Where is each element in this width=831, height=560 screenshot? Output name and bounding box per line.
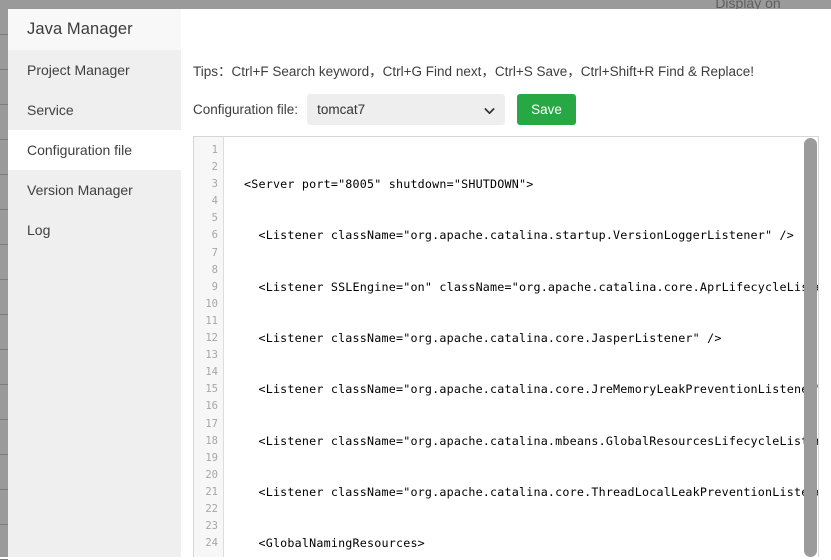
line-number: 22 bbox=[194, 501, 218, 518]
line-number: 15 bbox=[194, 381, 218, 398]
configuration-toolbar: Configuration file: tomcat7 Save bbox=[193, 94, 819, 125]
line-number: 3 bbox=[194, 176, 218, 193]
background-table-row bbox=[0, 140, 8, 175]
line-number: 23 bbox=[194, 518, 218, 535]
background-table-row bbox=[0, 245, 8, 280]
line-number: 10 bbox=[194, 296, 218, 313]
background-table-row bbox=[0, 315, 8, 350]
code-line: <GlobalNamingResources> bbox=[244, 535, 818, 552]
background-table-row bbox=[0, 0, 8, 35]
background-table-row bbox=[0, 70, 8, 105]
vertical-scrollbar[interactable] bbox=[804, 138, 817, 557]
background-window: Display on Java Manager Project Manager … bbox=[0, 0, 831, 557]
line-number: 14 bbox=[194, 364, 218, 381]
line-number: 12 bbox=[194, 330, 218, 347]
sidebar: Java Manager Project Manager Service Con… bbox=[8, 9, 181, 557]
background-table-row bbox=[0, 35, 8, 70]
app-title: Java Manager bbox=[8, 9, 181, 50]
line-number: 13 bbox=[194, 347, 218, 364]
sidebar-item-label: Version Manager bbox=[27, 182, 133, 198]
code-text-area[interactable]: <Server port="8005" shutdown="SHUTDOWN">… bbox=[224, 137, 818, 557]
line-number: 1 bbox=[194, 142, 218, 159]
sidebar-item-label: Service bbox=[27, 102, 74, 118]
line-number: 11 bbox=[194, 313, 218, 330]
configuration-file-label: Configuration file: bbox=[193, 102, 298, 117]
configuration-file-select-value: tomcat7 bbox=[317, 102, 365, 117]
line-number: 9 bbox=[194, 279, 218, 296]
line-number: 2 bbox=[194, 159, 218, 176]
chevron-down-icon bbox=[484, 104, 495, 115]
sidebar-item-label: Log bbox=[27, 222, 50, 238]
line-number: 18 bbox=[194, 433, 218, 450]
background-table-row bbox=[0, 175, 8, 210]
code-line: <Listener className="org.apache.catalina… bbox=[244, 227, 818, 244]
line-number: 21 bbox=[194, 484, 218, 501]
main-content: Tips：Ctrl+F Search keyword，Ctrl+G Find n… bbox=[181, 9, 831, 557]
configuration-file-select[interactable]: tomcat7 bbox=[307, 94, 505, 125]
tips-text: Tips：Ctrl+F Search keyword，Ctrl+G Find n… bbox=[193, 60, 819, 80]
background-table-row bbox=[0, 280, 8, 315]
sidebar-item-log[interactable]: Log bbox=[8, 210, 181, 250]
background-table-left-strip bbox=[0, 0, 8, 557]
java-manager-window: Java Manager Project Manager Service Con… bbox=[8, 9, 831, 557]
code-line: <Server port="8005" shutdown="SHUTDOWN"> bbox=[244, 176, 818, 193]
background-table-row bbox=[0, 490, 8, 525]
line-number: 5 bbox=[194, 210, 218, 227]
save-button[interactable]: Save bbox=[517, 94, 576, 125]
code-line: <Listener className="org.apache.catalina… bbox=[244, 433, 818, 450]
background-table-row bbox=[0, 350, 8, 385]
line-number: 6 bbox=[194, 227, 218, 244]
background-table-row bbox=[0, 455, 8, 490]
sidebar-item-service[interactable]: Service bbox=[8, 90, 181, 130]
code-line: <Listener className="org.apache.catalina… bbox=[244, 484, 818, 501]
sidebar-item-label: Project Manager bbox=[27, 62, 130, 78]
line-number: 8 bbox=[194, 262, 218, 279]
scrollbar-thumb[interactable] bbox=[804, 138, 817, 557]
background-window-titlebar: Display on bbox=[8, 0, 831, 9]
sidebar-item-configuration-file[interactable]: Configuration file bbox=[8, 130, 181, 170]
background-table-row bbox=[0, 525, 8, 560]
line-number: 17 bbox=[194, 416, 218, 433]
line-number: 4 bbox=[194, 193, 218, 210]
code-line: <Listener SSLEngine="on" className="org.… bbox=[244, 279, 818, 296]
code-line: <Listener className="org.apache.catalina… bbox=[244, 381, 818, 398]
sidebar-item-project-manager[interactable]: Project Manager bbox=[8, 50, 181, 90]
sidebar-item-label: Configuration file bbox=[27, 142, 132, 158]
line-number: 16 bbox=[194, 398, 218, 415]
code-line: <Listener className="org.apache.catalina… bbox=[244, 330, 818, 347]
line-number-gutter: 1 2 3 4 5 6 7 8 9 10 11 12 13 14 15 16 1 bbox=[194, 137, 224, 557]
background-table-row bbox=[0, 210, 8, 245]
background-table-row bbox=[0, 420, 8, 455]
line-number: 24 bbox=[194, 535, 218, 552]
sidebar-item-version-manager[interactable]: Version Manager bbox=[8, 170, 181, 210]
line-number: 7 bbox=[194, 245, 218, 262]
code-editor[interactable]: 1 2 3 4 5 6 7 8 9 10 11 12 13 14 15 16 1 bbox=[193, 136, 819, 557]
line-number: 19 bbox=[194, 450, 218, 467]
background-table-row bbox=[0, 385, 8, 420]
line-number: 20 bbox=[194, 467, 218, 484]
background-table-row bbox=[0, 105, 8, 140]
